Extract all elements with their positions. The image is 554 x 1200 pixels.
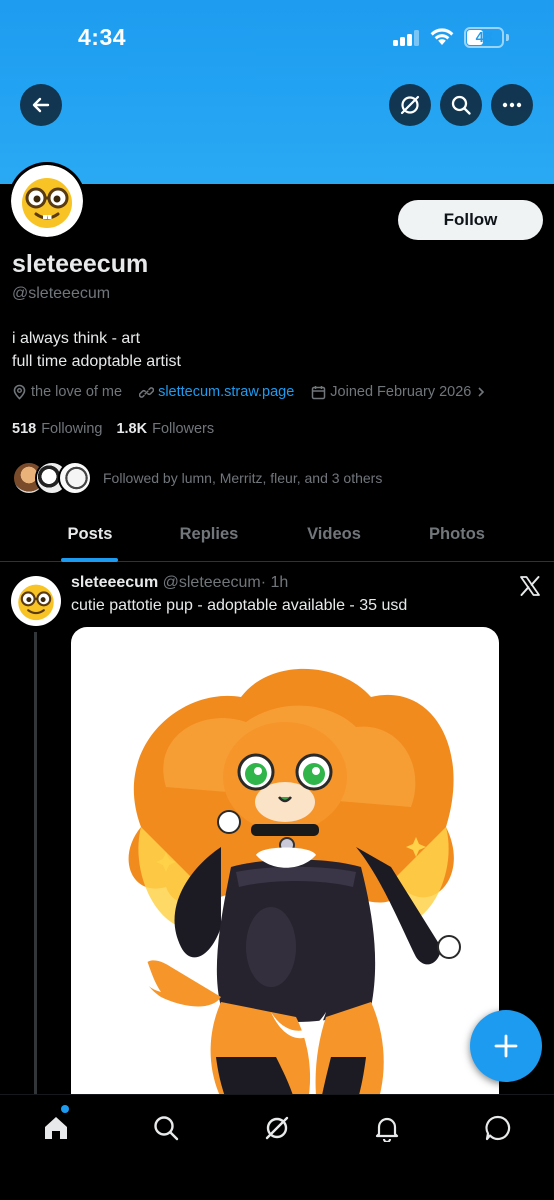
post-header: sleteeecum @sleteeecum· 1h <box>71 574 288 592</box>
tab-posts[interactable]: Posts <box>44 512 136 562</box>
profile-bio: i always think - art full time adoptable… <box>12 327 181 373</box>
joined-text: Joined February 2026 <box>330 384 472 400</box>
battery-icon: 48 <box>464 27 504 48</box>
profile-avatar[interactable] <box>8 162 86 240</box>
post-author-handle[interactable]: @sleteeecum <box>163 574 261 591</box>
compose-post-button[interactable] <box>470 1010 542 1082</box>
more-icon <box>502 102 522 108</box>
status-time: 4:34 <box>78 24 127 50</box>
nerd-face-emoji-icon <box>18 584 54 621</box>
nav-home[interactable] <box>41 1113 71 1143</box>
nav-search[interactable] <box>151 1113 181 1143</box>
chevron-right-icon <box>478 387 485 397</box>
grok-icon <box>265 1116 289 1140</box>
profile-handle: @sleteeecum <box>12 285 111 302</box>
post-avatar[interactable] <box>11 576 61 626</box>
notifications-icon <box>375 1117 399 1142</box>
followers-label: Followers <box>152 421 215 437</box>
post-text: cutie pattotie pup - adoptable available… <box>71 597 408 614</box>
grok-icon <box>400 95 420 115</box>
nav-notifications[interactable] <box>372 1113 402 1143</box>
following-label: Following <box>41 421 103 437</box>
nav-grok[interactable] <box>262 1113 292 1143</box>
search-icon <box>451 95 471 115</box>
cellular-signal-icon <box>393 30 421 46</box>
grok-button[interactable] <box>389 84 431 126</box>
profile-meta: the love of me slettecum.straw.page Join… <box>12 382 507 402</box>
calendar-icon <box>312 385 326 399</box>
nerd-face-emoji-icon <box>22 178 72 228</box>
location-text: the love of me <box>31 384 123 400</box>
thread-line <box>34 632 37 1094</box>
status-bar: 4:34 48 <box>0 0 554 76</box>
follow-button[interactable]: Follow <box>398 200 543 240</box>
post-timestamp: · 1h <box>260 574 289 591</box>
link-icon <box>139 386 155 398</box>
profile-display-name: sleteeecum <box>12 250 149 278</box>
active-tab-indicator <box>61 558 118 562</box>
arrow-left-icon <box>32 97 50 113</box>
back-button[interactable] <box>20 84 62 126</box>
bio-line: full time adoptable artist <box>12 353 181 370</box>
followers-count: 1.8K <box>116 421 148 437</box>
messages-icon <box>485 1115 511 1141</box>
followed-by-text: Followed by lumn, Merritz, fleur, and 3 … <box>103 470 383 486</box>
home-icon <box>45 1117 67 1139</box>
followers-stat[interactable]: 1.8K Followers <box>116 421 214 437</box>
profile-website[interactable]: slettecum.straw.page <box>139 384 294 400</box>
post-image[interactable] <box>71 627 499 1127</box>
more-button[interactable] <box>491 84 533 126</box>
tab-photos[interactable]: Photos <box>411 512 503 562</box>
nav-messages[interactable] <box>483 1113 513 1143</box>
tab-replies[interactable]: Replies <box>163 512 255 562</box>
followed-by-row[interactable]: Followed by lumn, Merritz, fleur, and 3 … <box>12 460 382 496</box>
battery-level: 48 <box>475 29 493 46</box>
bio-line: i always think - art <box>12 330 141 347</box>
profile-joined[interactable]: Joined February 2026 <box>311 384 490 400</box>
character-artwork-image <box>128 668 461 1127</box>
tab-videos[interactable]: Videos <box>288 512 380 562</box>
x-logo-icon[interactable] <box>519 575 541 597</box>
location-pin-icon <box>13 384 26 400</box>
notification-dot <box>61 1105 69 1113</box>
following-count: 518 <box>12 421 37 437</box>
wifi-icon <box>430 28 454 45</box>
profile-stats: 518 Following 1.8K Followers <box>12 421 228 437</box>
follower-avatar <box>58 461 92 495</box>
search-icon <box>154 1116 179 1141</box>
bottom-navigation <box>0 1094 554 1200</box>
post-author-name[interactable]: sleteeecum <box>71 574 158 591</box>
profile-location: the love of me <box>12 384 122 400</box>
website-link[interactable]: slettecum.straw.page <box>158 384 294 400</box>
plus-icon <box>494 1034 518 1058</box>
search-button[interactable] <box>440 84 482 126</box>
following-stat[interactable]: 518 Following <box>12 421 102 437</box>
profile-tabs: Posts Replies Videos Photos <box>0 512 554 562</box>
